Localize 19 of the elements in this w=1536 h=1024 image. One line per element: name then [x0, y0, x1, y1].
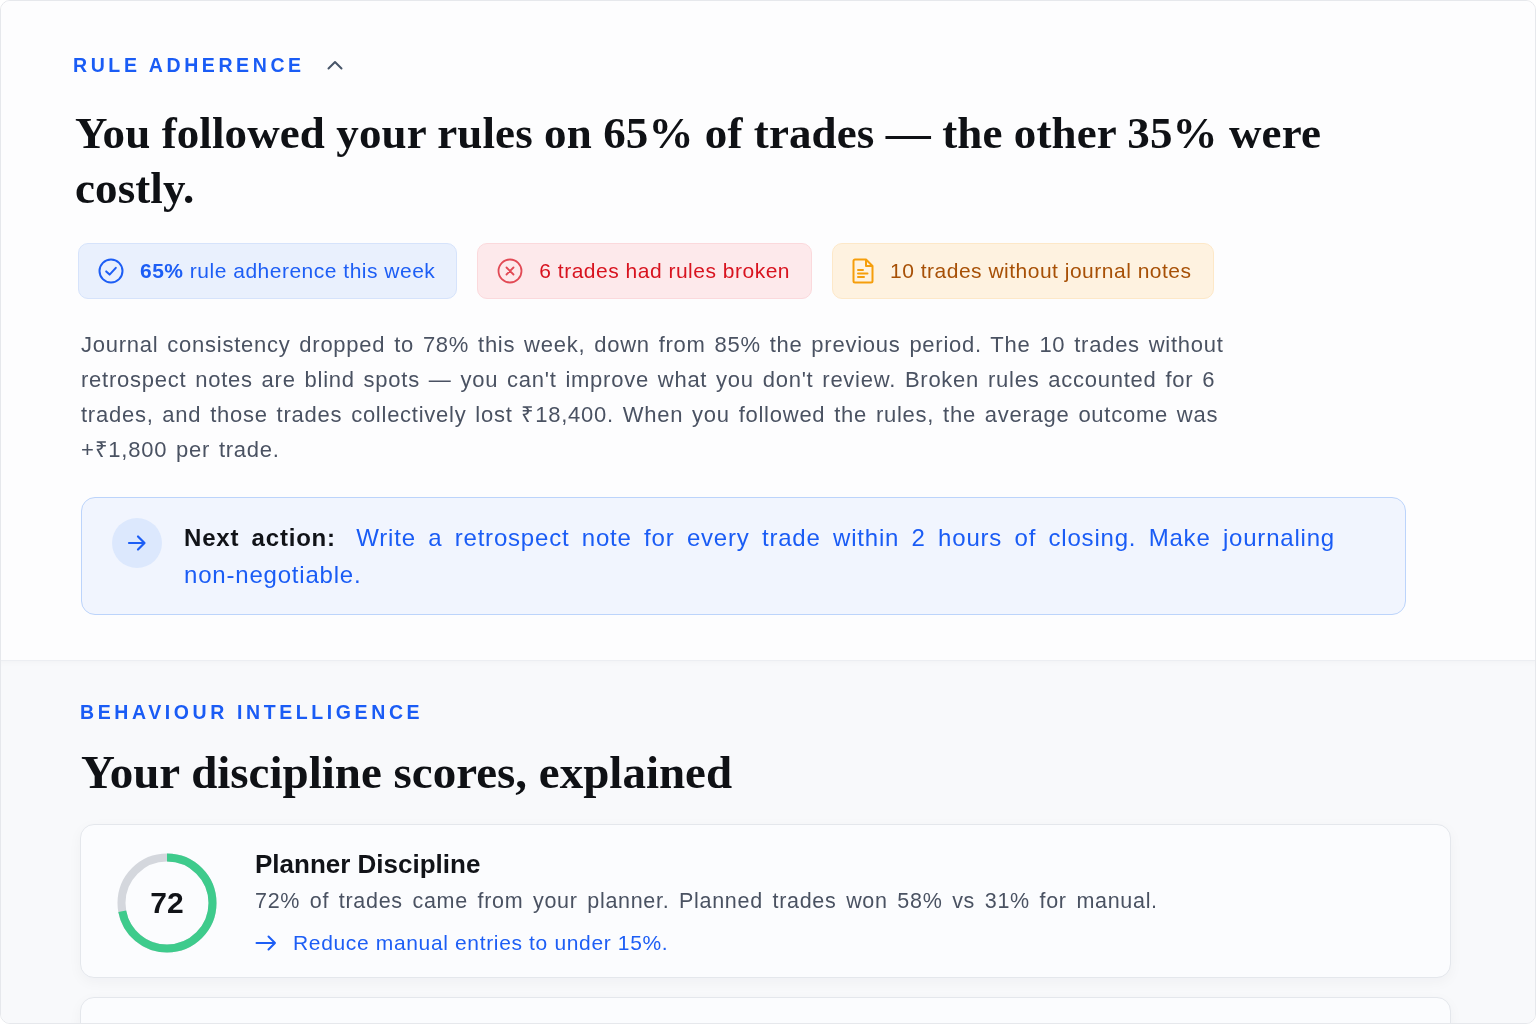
- score-description: 72% of trades came from your planner. Planned trades won 58% vs 31% for manual.: [255, 888, 1158, 915]
- chip-label: 6 trades had rules broken: [539, 259, 790, 283]
- chevron-up-icon[interactable]: [326, 60, 343, 70]
- next-action-text: Next action: Write a retrospect note for every trade within 2 hours of closing. Make journaling non-negotiable.: [184, 523, 1335, 590]
- x-circle-icon: [497, 258, 524, 284]
- action-link[interactable]: Reduce manual entries to under 15%.: [255, 927, 669, 959]
- arrow-right-icon: [255, 935, 277, 951]
- chip-label: 65% rule adherence this week: [140, 259, 436, 283]
- document-icon: [852, 258, 874, 284]
- summary-paragraph: Journal consistency dropped to 78% this week, down from 85% the previous period. The 10 trades without retrospect notes are blind spots — you can't improve what you don't review. Broken rules accounted for 6 trades, and those trades collectively lost ₹18,400. When you followed the rules, the average outcome was +₹1,800 per trade.: [81, 331, 1225, 464]
- chip-label: 10 trades without journal notes: [890, 259, 1192, 283]
- section-headline: You followed your rules on 65% of trades — the other 35% were costly.: [75, 107, 1323, 215]
- section-label: BEHAVIOUR INTELLIGENCE: [80, 700, 424, 725]
- score-value: 72: [150, 886, 184, 920]
- score-title: Planner Discipline: [255, 848, 481, 881]
- arrow-right-icon: [112, 518, 162, 568]
- section-headline: Your discipline scores, explained: [81, 745, 733, 800]
- section-label: RULE ADHERENCE: [73, 53, 305, 78]
- check-circle-icon: [98, 258, 124, 284]
